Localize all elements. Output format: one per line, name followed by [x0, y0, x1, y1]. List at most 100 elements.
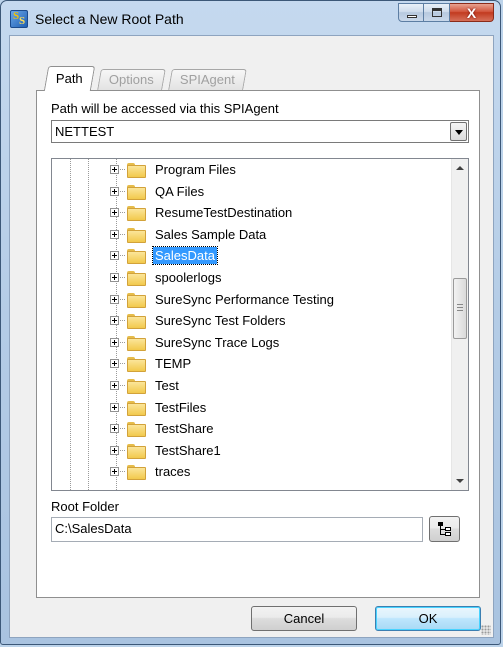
window-title: Select a New Root Path: [35, 11, 184, 27]
tree-connector: [120, 449, 126, 451]
tree-item-label[interactable]: SureSync Trace Logs: [153, 334, 281, 351]
spiagent-label: Path will be accessed via this SPIAgent: [51, 101, 279, 116]
tree-item-label[interactable]: Sales Sample Data: [153, 226, 268, 243]
tree-connector: [120, 169, 126, 170]
root-folder-field[interactable]: [51, 517, 423, 542]
grip-line: [457, 307, 463, 308]
maximize-button[interactable]: [424, 3, 450, 22]
expand-plus-icon[interactable]: [110, 186, 119, 196]
cancel-button[interactable]: Cancel: [251, 606, 357, 631]
spiagent-select[interactable]: NETTEST: [51, 120, 469, 143]
close-button[interactable]: X: [450, 3, 494, 22]
folder-icon: [127, 443, 146, 459]
arrow-up-icon: [456, 166, 464, 170]
tree-item-label[interactable]: TestShare1: [153, 442, 223, 459]
tree-item-label[interactable]: TEMP: [153, 355, 193, 372]
expand-plus-icon[interactable]: [110, 273, 119, 282]
arrow-down-icon: [456, 479, 464, 483]
close-icon: X: [466, 5, 477, 21]
root-folder-input[interactable]: [55, 521, 415, 536]
tree-item-label[interactable]: spoolerlogs: [153, 269, 224, 286]
expand-plus-icon[interactable]: [110, 381, 119, 390]
expand-plus-icon[interactable]: [110, 467, 119, 477]
tree-connector: [120, 341, 126, 343]
tab-options-label: Options: [108, 72, 154, 87]
tab-options[interactable]: Options: [97, 69, 166, 90]
ok-button[interactable]: OK: [375, 606, 481, 631]
expand-plus-icon[interactable]: [110, 402, 119, 412]
folder-icon: [127, 379, 146, 394]
scroll-down-button[interactable]: [452, 473, 468, 490]
maximize-icon: [432, 8, 442, 17]
minimize-icon: [407, 15, 417, 18]
spiagent-select-value: NETTEST: [55, 124, 115, 139]
caption-buttons: X: [398, 3, 494, 24]
tree-item-label[interactable]: SureSync Test Folders: [153, 312, 288, 329]
browse-tree-button[interactable]: [429, 516, 460, 542]
tree-item-label[interactable]: Program Files: [153, 161, 238, 178]
tree-connector: [120, 406, 126, 408]
scrollbar-thumb[interactable]: [453, 278, 467, 339]
tree-item-label[interactable]: ResumeTestDestination: [153, 204, 294, 221]
scroll-up-button[interactable]: [452, 159, 468, 176]
tree-connector: [120, 255, 126, 257]
expand-plus-icon[interactable]: [110, 359, 119, 369]
tree-item-label[interactable]: TestFiles: [153, 399, 208, 416]
path-tab-panel: Path will be accessed via this SPIAgent …: [36, 90, 480, 598]
grip-line: [457, 310, 463, 311]
tab-spiagent-label: SPIAgent: [179, 72, 235, 87]
expand-plus-icon[interactable]: [110, 251, 119, 261]
folder-icon: [127, 335, 146, 351]
expand-plus-icon[interactable]: [110, 316, 119, 326]
expand-plus-icon[interactable]: [110, 165, 119, 174]
dropdown-button[interactable]: [450, 122, 467, 141]
tree-item-label[interactable]: SalesData: [152, 246, 218, 266]
folder-icon: [127, 314, 146, 330]
tab-path-label: Path: [55, 71, 83, 86]
tree-connector: [120, 471, 126, 473]
expand-plus-icon[interactable]: [110, 445, 119, 455]
minimize-button[interactable]: [398, 3, 424, 22]
folder-icon: [127, 400, 146, 416]
folder-icon: [127, 249, 146, 265]
tab-path[interactable]: Path: [43, 66, 95, 91]
tree-guide-lines: [70, 159, 100, 490]
tree-connector: [120, 385, 126, 386]
folder-icon: [127, 271, 146, 286]
tree-item-label[interactable]: SureSync Performance Testing: [153, 291, 336, 308]
tab-spiagent[interactable]: SPIAgent: [168, 69, 247, 90]
folder-icon: [127, 206, 146, 222]
tree-item-label[interactable]: QA Files: [153, 183, 206, 200]
expand-plus-icon[interactable]: [110, 208, 119, 218]
tree-item-label[interactable]: Test: [153, 377, 181, 394]
tree-connector: [120, 190, 126, 192]
dialog-client-area: Path Options SPIAgent Path will be acces…: [9, 35, 494, 638]
expand-plus-icon[interactable]: [110, 337, 119, 347]
folder-icon: [127, 227, 146, 243]
folder-icon: [127, 163, 146, 178]
tree-connector: [120, 233, 126, 235]
folder-tree[interactable]: Program Files QA Files ResumeTestDestinati…: [51, 158, 469, 491]
chevron-down-icon: [455, 130, 463, 135]
folder-icon: [127, 465, 146, 481]
folder-icon: [127, 292, 146, 308]
resize-grip[interactable]: [481, 625, 491, 635]
tree-connector: [120, 277, 126, 278]
tree-item-label[interactable]: TestShare: [153, 420, 216, 437]
vertical-scrollbar[interactable]: [451, 159, 468, 490]
expand-plus-icon[interactable]: [110, 229, 119, 239]
title-bar[interactable]: SS Select a New Root Path X: [1, 1, 500, 35]
tree-connector: [120, 363, 126, 365]
grip-line: [457, 304, 463, 305]
tree-connector: [120, 212, 126, 214]
tree-item-label[interactable]: traces: [153, 463, 192, 480]
expand-plus-icon[interactable]: [110, 424, 119, 434]
folder-icon: [127, 422, 146, 438]
folder-tree-icon: [438, 522, 452, 536]
expand-plus-icon[interactable]: [110, 294, 119, 304]
tree-connector: [120, 298, 126, 300]
app-logo-icon[interactable]: SS: [10, 10, 28, 28]
tree-connector: [120, 320, 126, 322]
root-folder-label: Root Folder: [51, 499, 119, 514]
dialog-window: SS Select a New Root Path X Path Options…: [0, 0, 501, 645]
